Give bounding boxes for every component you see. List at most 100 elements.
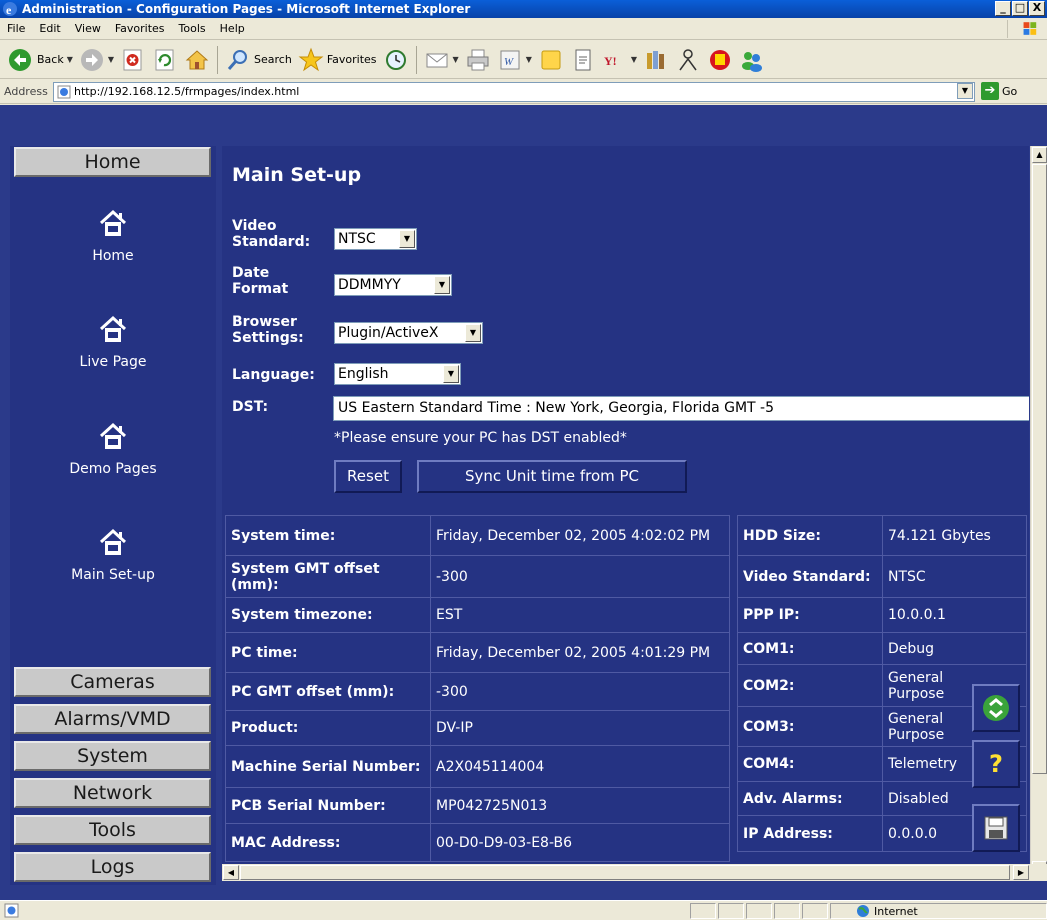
menu-tools[interactable]: Tools: [172, 18, 213, 40]
table-row: Machine Serial Number: A2X045114004: [225, 745, 730, 788]
messenger-button[interactable]: [640, 44, 672, 76]
menu-help[interactable]: Help: [213, 18, 252, 40]
status-pane: [802, 903, 828, 919]
nav-section-network[interactable]: Network: [14, 778, 211, 808]
reset-button[interactable]: Reset: [334, 460, 402, 493]
save-button[interactable]: [972, 804, 1020, 852]
video-standard-select[interactable]: NTSC ▼: [334, 228, 417, 250]
table-key: Video Standard:: [737, 555, 883, 598]
go-label: Go: [1002, 84, 1018, 98]
edit-dropdown-icon[interactable]: ▼: [526, 55, 532, 64]
page-icon: [57, 85, 71, 99]
scroll-right-icon[interactable]: ▶: [1013, 865, 1029, 880]
table-key: IP Address:: [737, 815, 883, 852]
nav-link-live-page[interactable]: Live Page: [10, 314, 216, 370]
address-dropdown-icon[interactable]: ▼: [957, 83, 973, 99]
ad-button[interactable]: [704, 44, 736, 76]
sync-unit-time-button[interactable]: Sync Unit time from PC: [417, 460, 687, 493]
language-select[interactable]: English ▼: [334, 363, 461, 385]
menu-file[interactable]: File: [0, 18, 32, 40]
mail-button[interactable]: ▼: [421, 44, 462, 76]
nav-section-cameras[interactable]: Cameras: [14, 667, 211, 697]
favorites-button[interactable]: Favorites: [295, 44, 380, 76]
dst-note: *Please ensure your PC has DST enabled*: [334, 430, 627, 446]
refresh-button[interactable]: [149, 44, 181, 76]
discuss-button[interactable]: [535, 44, 567, 76]
nav-section-alarms-vmd[interactable]: Alarms/VMD: [14, 704, 211, 734]
stop-button[interactable]: [117, 44, 149, 76]
nav-section-tools[interactable]: Tools: [14, 815, 211, 845]
forward-button[interactable]: ▼: [76, 44, 117, 76]
toolbar-separator: [217, 45, 219, 74]
nav-section-system[interactable]: System: [14, 741, 211, 771]
dst-label: DST:: [232, 399, 269, 415]
table-value: Friday, December 02, 2005 4:01:29 PM: [430, 632, 730, 673]
yahoo-dropdown-icon[interactable]: ▼: [631, 55, 637, 64]
ie-logo-icon: e: [3, 2, 17, 17]
minimize-button[interactable]: _: [995, 1, 1011, 16]
nav-link-home[interactable]: Home: [10, 208, 216, 264]
back-button[interactable]: Back ▼: [4, 44, 76, 76]
edit-button[interactable]: W ▼: [494, 44, 535, 76]
nav-link-main-setup[interactable]: Main Set-up: [10, 527, 216, 583]
nav-link-label: Home: [92, 248, 134, 264]
date-format-select[interactable]: DDMMYY ▼: [334, 274, 452, 296]
browser-settings-label: Browser Settings:: [232, 314, 304, 346]
print-button[interactable]: [462, 44, 494, 76]
scroll-left-icon[interactable]: ◀: [223, 865, 239, 880]
toolbar-separator: [415, 45, 417, 74]
menu-favorites[interactable]: Favorites: [108, 18, 172, 40]
home-button[interactable]: [181, 44, 213, 76]
mail-dropdown-icon[interactable]: ▼: [453, 55, 459, 64]
vertical-scrollbar[interactable]: ▲ ▼: [1030, 146, 1047, 878]
address-input[interactable]: http://192.168.12.5/frmpages/index.html: [53, 82, 975, 102]
recycle-icon: [983, 695, 1009, 721]
history-button[interactable]: [380, 44, 412, 76]
menu-edit[interactable]: Edit: [32, 18, 67, 40]
table-key: PC time:: [225, 632, 431, 673]
chevron-down-icon: ▼: [434, 276, 450, 294]
stop-icon: [123, 49, 142, 70]
table-row: PC time: Friday, December 02, 2005 4:01:2…: [225, 632, 730, 673]
question-mark-icon: ?: [989, 750, 1003, 778]
table-value: 74.121 Gbytes: [882, 515, 1027, 556]
nav-home-header[interactable]: Home: [14, 147, 211, 177]
forward-dropdown-icon[interactable]: ▼: [108, 55, 114, 64]
refresh-page-button[interactable]: [972, 684, 1020, 732]
menu-view[interactable]: View: [68, 18, 108, 40]
nav-section-logs[interactable]: Logs: [14, 852, 211, 882]
scroll-thumb[interactable]: [240, 865, 1010, 880]
maximize-button[interactable]: □: [1012, 1, 1028, 16]
research-button[interactable]: [567, 44, 599, 76]
close-button[interactable]: X: [1029, 1, 1045, 16]
dst-select[interactable]: US Eastern Standard Time : New York, Geo…: [333, 396, 1029, 421]
table-value: EST: [430, 597, 730, 633]
table-key: System timezone:: [225, 597, 431, 633]
go-button[interactable]: ➔ Go: [981, 82, 1017, 100]
globe-icon: [857, 905, 869, 917]
page-status-icon: [4, 903, 19, 918]
forward-arrow-icon: [80, 48, 103, 71]
table-key: PC GMT offset (mm):: [225, 672, 431, 711]
nav-link-label: Demo Pages: [69, 461, 157, 477]
nav-link-demo-pages[interactable]: Demo Pages: [10, 421, 216, 477]
back-dropdown-icon[interactable]: ▼: [67, 55, 73, 64]
horizontal-scrollbar[interactable]: ◀ ▶: [222, 864, 1030, 881]
scroll-thumb[interactable]: [1032, 164, 1047, 774]
scroll-up-icon[interactable]: ▲: [1032, 147, 1047, 163]
table-key: Adv. Alarms:: [737, 781, 883, 816]
window-title-bar[interactable]: e Administration - Configuration Pages -…: [0, 0, 1047, 18]
word-edit-icon: W: [500, 50, 520, 69]
yahoo-icon: Y!: [604, 54, 617, 68]
search-button[interactable]: Search: [222, 44, 295, 76]
left-nav-frame: Home Home Live Page Demo Pages Main Set-…: [10, 146, 216, 885]
browser-settings-select[interactable]: Plugin/ActiveX ▼: [334, 322, 483, 344]
messenger-people-button[interactable]: [736, 44, 768, 76]
help-button[interactable]: ?: [972, 740, 1020, 788]
yahoo-button[interactable]: Y! ▼: [599, 44, 640, 76]
table-key: PCB Serial Number:: [225, 787, 431, 824]
house-icon: [99, 422, 127, 449]
table-value: Friday, December 02, 2005 4:02:02 PM: [430, 515, 730, 556]
person-button[interactable]: [672, 44, 704, 76]
refresh-icon: [155, 49, 174, 70]
